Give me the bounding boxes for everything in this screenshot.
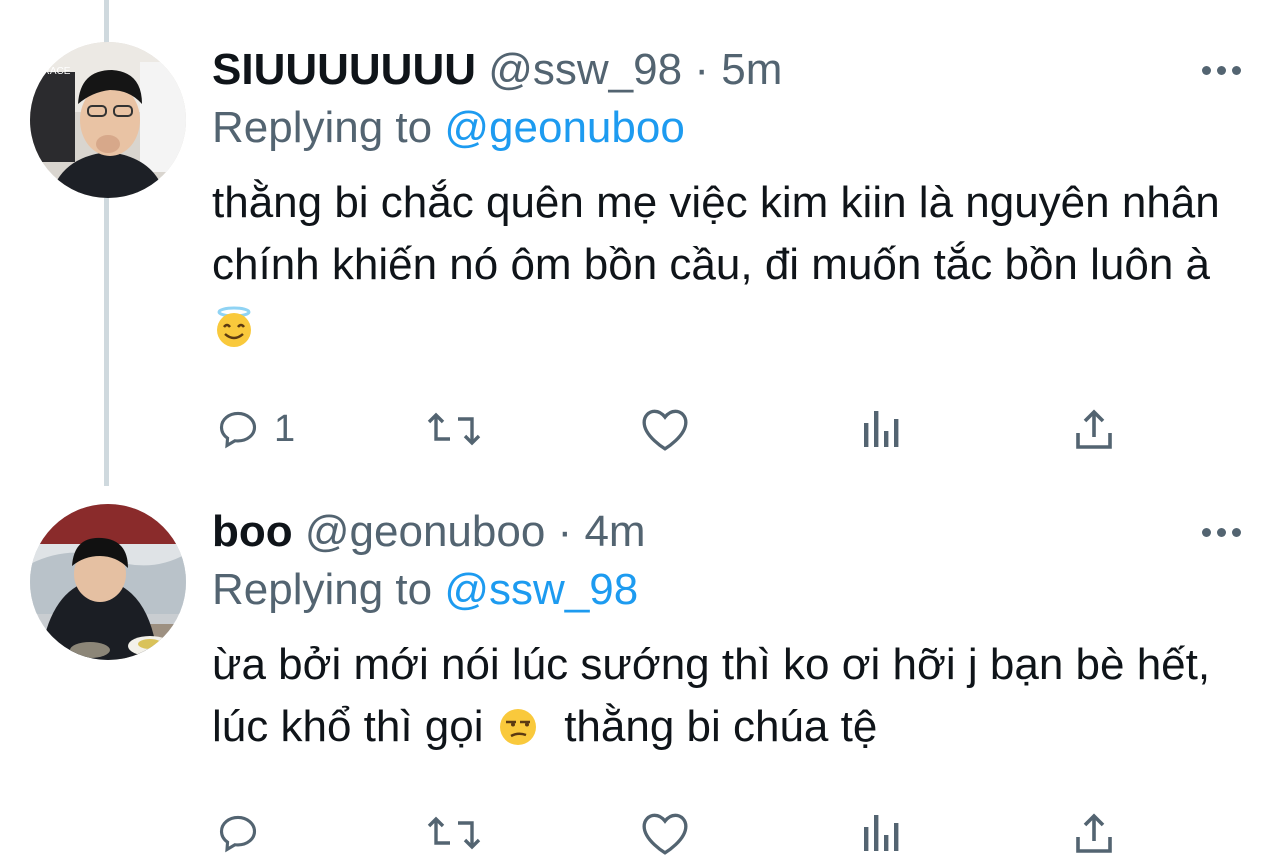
tweet-2[interactable]: boo @geonuboo · 4m Replying to @ssw_98 ừ…: [0, 486, 1284, 865]
replying-to-line: Replying to @ssw_98: [212, 564, 638, 616]
retweet-button[interactable]: [426, 808, 482, 858]
display-name[interactable]: SIUUUUUUU: [212, 45, 476, 94]
like-button[interactable]: [640, 404, 690, 454]
smiling-face-with-halo-icon: [212, 304, 256, 348]
avatar[interactable]: [30, 504, 186, 660]
retweet-icon: [427, 816, 481, 850]
user-handle[interactable]: @ssw_98: [488, 45, 682, 94]
separator-dot: ·: [557, 507, 573, 556]
retweet-icon: [427, 412, 481, 446]
replying-label: Replying to: [212, 565, 433, 614]
separator-dot: ·: [694, 45, 709, 94]
tweet-actions: [212, 808, 1212, 858]
like-button[interactable]: [640, 808, 690, 858]
heart-icon: [642, 409, 688, 451]
heart-icon: [642, 813, 688, 855]
tweet-header: SIUUUUUUU @ssw_98 · 5m: [212, 44, 782, 96]
more-options-icon[interactable]: [1200, 522, 1244, 542]
retweet-button[interactable]: [426, 404, 482, 454]
replying-to-mention[interactable]: @geonuboo: [444, 103, 684, 152]
tweet-header: boo @geonuboo · 4m: [212, 506, 646, 558]
replying-to-line: Replying to @geonuboo: [212, 102, 685, 154]
reply-button[interactable]: 1: [216, 404, 295, 454]
unamused-face-icon: [496, 704, 540, 748]
replying-label: Replying to: [212, 103, 433, 152]
reply-count: 1: [274, 407, 296, 450]
replying-to-mention[interactable]: @ssw_98: [444, 565, 638, 614]
user-handle[interactable]: @geonuboo: [305, 507, 545, 556]
analytics-icon: [864, 815, 899, 851]
tweet-text: ừa bởi mới nói lúc sướng thì ko ơi hỡi j…: [212, 634, 1252, 758]
more-options-icon[interactable]: [1200, 60, 1244, 80]
analytics-icon: [864, 411, 899, 447]
reply-icon: [219, 815, 257, 853]
tweet-text: thằng bi chắc quên mẹ việc kim kiin là n…: [212, 172, 1252, 358]
svg-text:KRACE: KRACE: [36, 66, 71, 77]
tweet-1[interactable]: KRACE SIUUUUUUU @ssw_98 · 5m Replying to…: [0, 0, 1284, 486]
share-button[interactable]: [1072, 404, 1116, 454]
analytics-button[interactable]: [860, 808, 904, 858]
share-button[interactable]: [1072, 808, 1116, 858]
tweet-text-main: thằng bi chắc quên mẹ việc kim kiin là n…: [212, 178, 1220, 289]
share-icon: [1076, 409, 1112, 449]
tweet-actions: 1: [212, 404, 1212, 454]
tweet-text-after-emoji: thằng bi chúa tệ: [564, 702, 878, 751]
share-icon: [1076, 813, 1112, 853]
reply-icon: [219, 411, 257, 449]
reply-button[interactable]: [216, 808, 260, 858]
analytics-button[interactable]: [860, 404, 904, 454]
timestamp[interactable]: 5m: [721, 45, 782, 94]
timestamp[interactable]: 4m: [584, 507, 645, 556]
avatar[interactable]: KRACE: [30, 42, 186, 198]
display-name[interactable]: boo: [212, 507, 293, 556]
